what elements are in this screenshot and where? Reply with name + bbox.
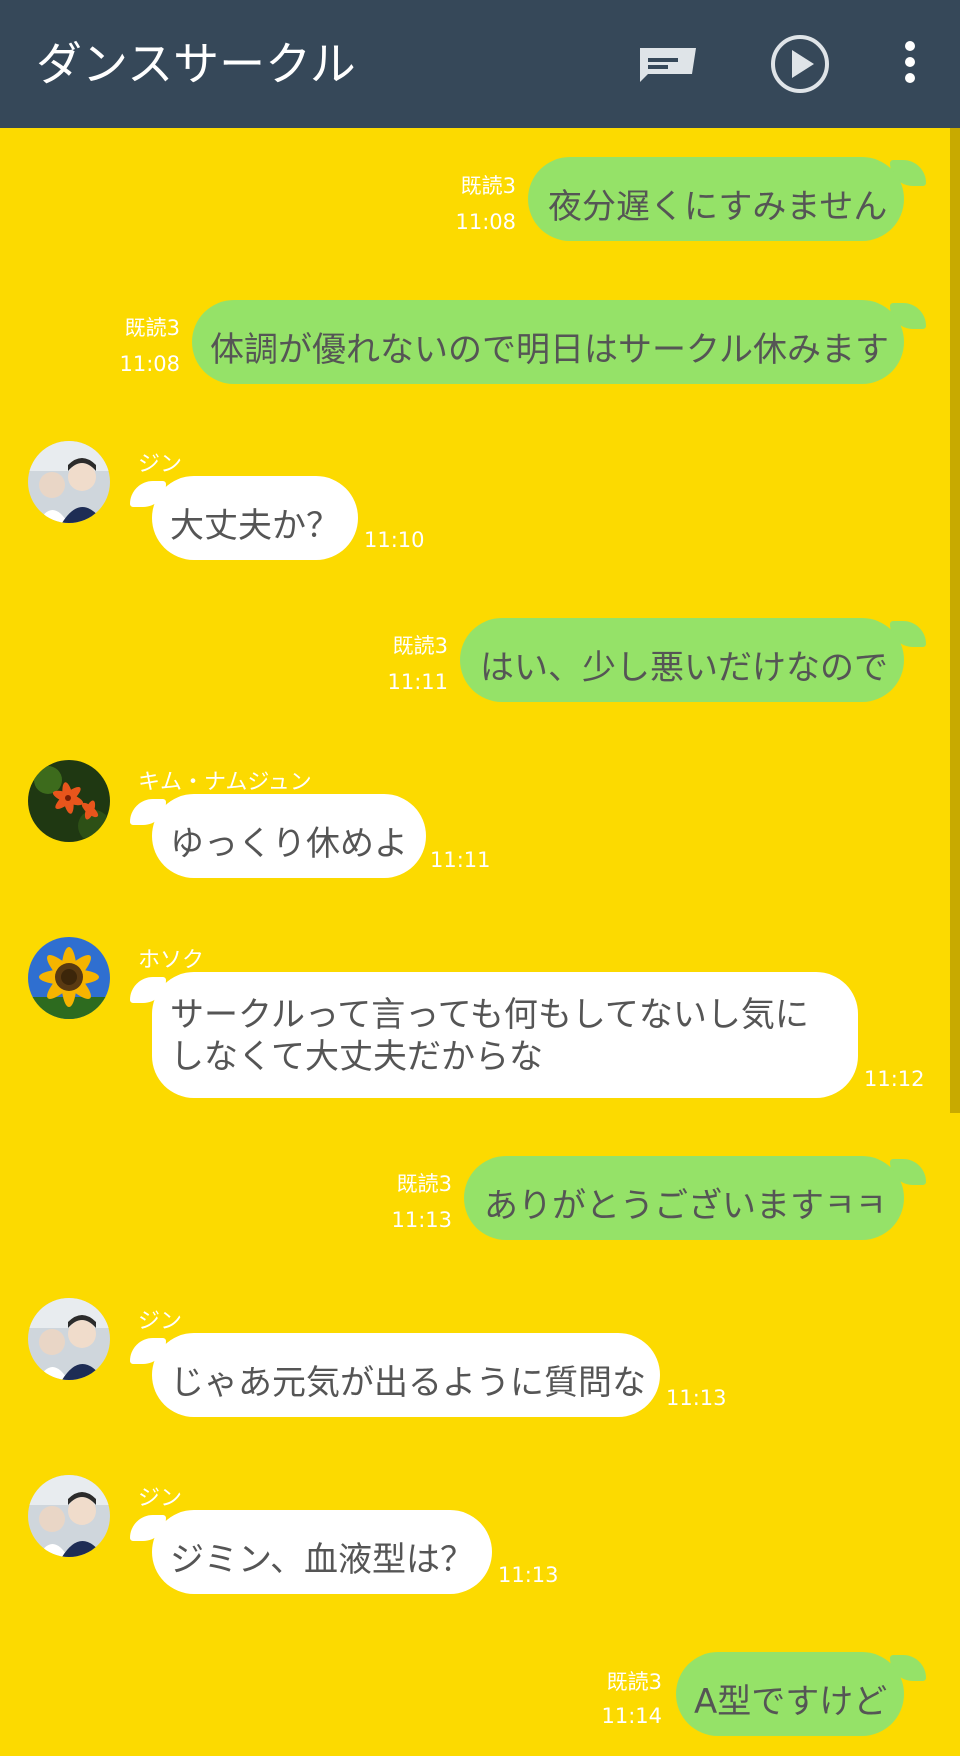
photo-avatar[interactable] [28, 1475, 110, 1557]
lily-flower-avatar[interactable] [28, 760, 110, 842]
message-time: 11:12 [864, 1067, 925, 1091]
sunflower-avatar[interactable] [28, 937, 110, 1019]
message-bubble[interactable]: ありがとうございますㅋㅋ [464, 1156, 904, 1240]
photo-avatar[interactable] [28, 441, 110, 523]
read-receipt: 既読3 [396, 1172, 452, 1196]
message-time: 11:10 [364, 528, 425, 552]
read-receipt: 既読3 [124, 316, 180, 340]
message-time: 11:11 [430, 848, 491, 872]
message-time: 11:08 [119, 352, 180, 376]
sender-name: キム・ナムジュン [138, 770, 312, 795]
message-text-line: しなくて大丈夫だからな [170, 1037, 543, 1077]
sender-name: ジン [138, 452, 183, 477]
message-bubble[interactable]: ジミン、血液型は？ [152, 1510, 492, 1594]
message-time: 11:14 [601, 1704, 662, 1728]
message-bubble[interactable]: じゃあ元気が出るように質問な [152, 1333, 660, 1417]
sender-name: ジン [138, 1309, 183, 1334]
read-receipt: 既読3 [392, 634, 448, 658]
photo-avatar[interactable] [28, 1298, 110, 1380]
message-bubble[interactable]: ゆっくり休めよ [152, 794, 426, 878]
message-bubble[interactable]: A型ですけど [676, 1652, 904, 1736]
message-bubble[interactable]: 夜分遅くにすみません [528, 157, 904, 241]
message-time: 11:08 [455, 210, 516, 234]
read-receipt: 既読3 [460, 174, 516, 198]
message-time: 11:13 [391, 1208, 452, 1232]
message-bubble[interactable]: 大丈夫か？ [152, 476, 358, 560]
message-time: 11:11 [387, 670, 448, 694]
message-time: 11:13 [666, 1386, 727, 1410]
message-bubble[interactable]: 体調が優れないので明日はサークル休みます [192, 300, 904, 384]
message-bubble[interactable]: サークルって言っても何もしてないし気に しなくて大丈夫だからな [152, 972, 858, 1098]
read-receipt: 既読3 [606, 1670, 662, 1694]
sender-name: ジン [138, 1486, 183, 1511]
message-bubble[interactable]: はい、少し悪いだけなので [460, 618, 904, 702]
message-list: 既読3 11:08 夜分遅くにすみません 既読3 11:08 体調が優れないので… [0, 0, 960, 1756]
message-text-line: サークルって言っても何もしてないし気に [170, 995, 809, 1035]
message-time: 11:13 [498, 1563, 559, 1587]
sender-name: ホソク [138, 948, 205, 973]
